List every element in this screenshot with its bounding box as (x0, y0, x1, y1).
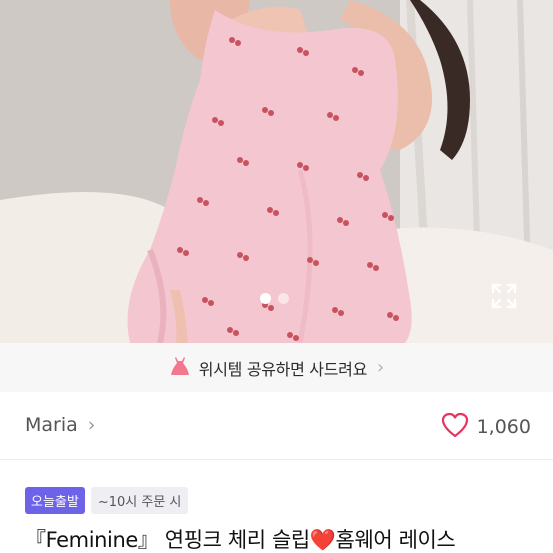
seller-name: Maria (25, 414, 78, 436)
gallery-pagination (260, 293, 289, 304)
gallery-dot[interactable] (278, 293, 289, 304)
gallery-dot-active[interactable] (260, 293, 271, 304)
delivery-badges: 오늘출발 ~10시 주문 시 (25, 487, 189, 514)
heart-emoji: ❤️ (309, 528, 336, 552)
seller-row: Maria › 1,060 (0, 392, 553, 460)
seller-link[interactable]: Maria › (25, 414, 95, 436)
product-image-gallery[interactable] (0, 0, 553, 343)
product-title-part1: 『Feminine』 연핑크 체리 슬립 (25, 528, 310, 552)
shipping-cutoff-note: ~10시 주문 시 (90, 487, 189, 514)
pink-dress-icon (169, 355, 191, 381)
wishlist-banner-label: 위시템 공유하면 사드려요 (198, 359, 368, 379)
like-button[interactable]: 1,060 (441, 412, 531, 442)
product-title-part2: 홈웨어 레이스 (335, 528, 456, 552)
like-count: 1,060 (476, 416, 531, 438)
expand-icon[interactable] (489, 281, 519, 311)
chevron-right-icon: › (87, 414, 96, 436)
chevron-right-icon: › (377, 357, 385, 378)
same-day-shipping-badge: 오늘출발 (25, 487, 85, 514)
product-photo (0, 0, 553, 343)
heart-outline-icon (441, 412, 469, 442)
product-title: 『Feminine』 연핑크 체리 슬립❤️홈웨어 레이스 (25, 524, 456, 553)
wishlist-share-banner[interactable]: 위시템 공유하면 사드려요 › (0, 343, 553, 392)
